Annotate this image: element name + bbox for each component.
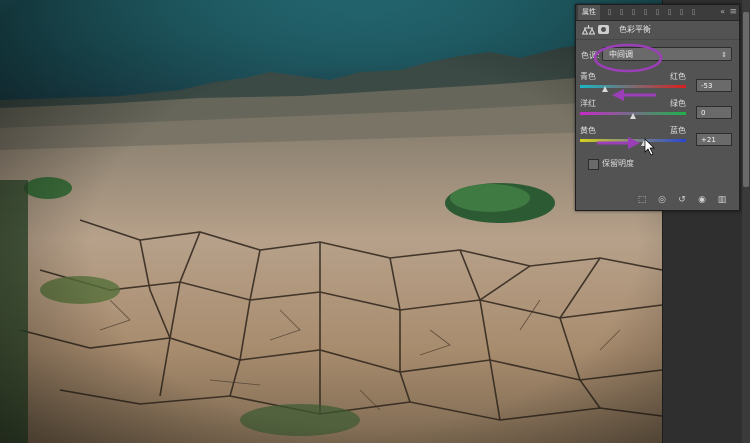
tab-glyph-5[interactable]: ▯ [654, 8, 661, 17]
reset-icon[interactable]: ↺ [677, 195, 687, 205]
slider-cyan-red: 青色 红色 -53 [580, 71, 735, 99]
slider-thumb[interactable] [601, 86, 608, 92]
desert-photo [0, 0, 662, 443]
view-previous-icon[interactable]: ◎ [657, 195, 667, 205]
dropdown-arrow-icon: ⇕ [721, 51, 727, 59]
slider-thumb[interactable] [641, 140, 648, 146]
slider-right-label: 蓝色 [670, 126, 686, 135]
preserve-luminosity-checkbox[interactable] [588, 159, 599, 170]
delete-icon[interactable]: ▥ [717, 195, 727, 205]
tab-properties[interactable]: 属性 [578, 5, 600, 20]
slider-right-label: 红色 [670, 72, 686, 81]
tone-dropdown-value: 中间调 [609, 50, 633, 59]
scrollbar-thumb[interactable] [743, 12, 749, 187]
tab-glyph-1[interactable]: ▯ [606, 8, 613, 17]
slider-value-field[interactable]: +21 [696, 133, 732, 146]
slider-yellow-blue: 黄色 蓝色 +21 [580, 125, 735, 153]
tab-glyph-2[interactable]: ▯ [618, 8, 625, 17]
photo-canvas[interactable] [0, 0, 662, 443]
panel-footer: ⬚ ◎ ↺ ◉ ▥ [576, 191, 739, 210]
slider-left-label: 洋红 [580, 99, 596, 108]
preserve-luminosity-label: 保留明度 [602, 159, 634, 168]
tab-glyph-3[interactable]: ▯ [630, 8, 637, 17]
tab-glyph-6[interactable]: ▯ [666, 8, 673, 17]
tone-dropdown[interactable]: 中间调 ⇕ [602, 47, 732, 61]
tone-label: 色调: [581, 51, 600, 60]
properties-panel: 属性 ▯ ▯ ▯ ▯ ▯ ▯ ▯ ▯ « ≡ 色彩平衡 色调: 中间调 ⇕ 青色… [575, 4, 740, 211]
slider-value-field[interactable]: -53 [696, 79, 732, 92]
tab-glyph-8[interactable]: ▯ [690, 8, 697, 17]
slider-left-label: 青色 [580, 72, 596, 81]
visibility-icon[interactable]: ◉ [697, 195, 707, 205]
slider-magenta-green: 洋红 绿色 0 [580, 98, 735, 126]
slider-track[interactable] [580, 139, 686, 142]
tab-glyph-4[interactable]: ▯ [642, 8, 649, 17]
layer-mask-icon[interactable] [598, 25, 609, 34]
slider-left-label: 黄色 [580, 126, 596, 135]
slider-thumb[interactable] [630, 113, 636, 119]
slider-right-label: 绿色 [670, 99, 686, 108]
collapse-icon[interactable]: « [720, 6, 725, 18]
clip-to-layer-icon[interactable]: ⬚ [637, 195, 647, 205]
adjustment-title: 色彩平衡 [619, 25, 651, 34]
panel-menu-icon[interactable]: ≡ [729, 6, 737, 18]
adjustment-header: 色彩平衡 [576, 21, 739, 40]
slider-value-field[interactable]: 0 [696, 106, 732, 119]
tab-glyph-7[interactable]: ▯ [678, 8, 685, 17]
slider-track[interactable] [580, 85, 686, 88]
panel-tab-bar: 属性 ▯ ▯ ▯ ▯ ▯ ▯ ▯ ▯ « ≡ [576, 5, 739, 21]
color-balance-icon [582, 25, 595, 35]
